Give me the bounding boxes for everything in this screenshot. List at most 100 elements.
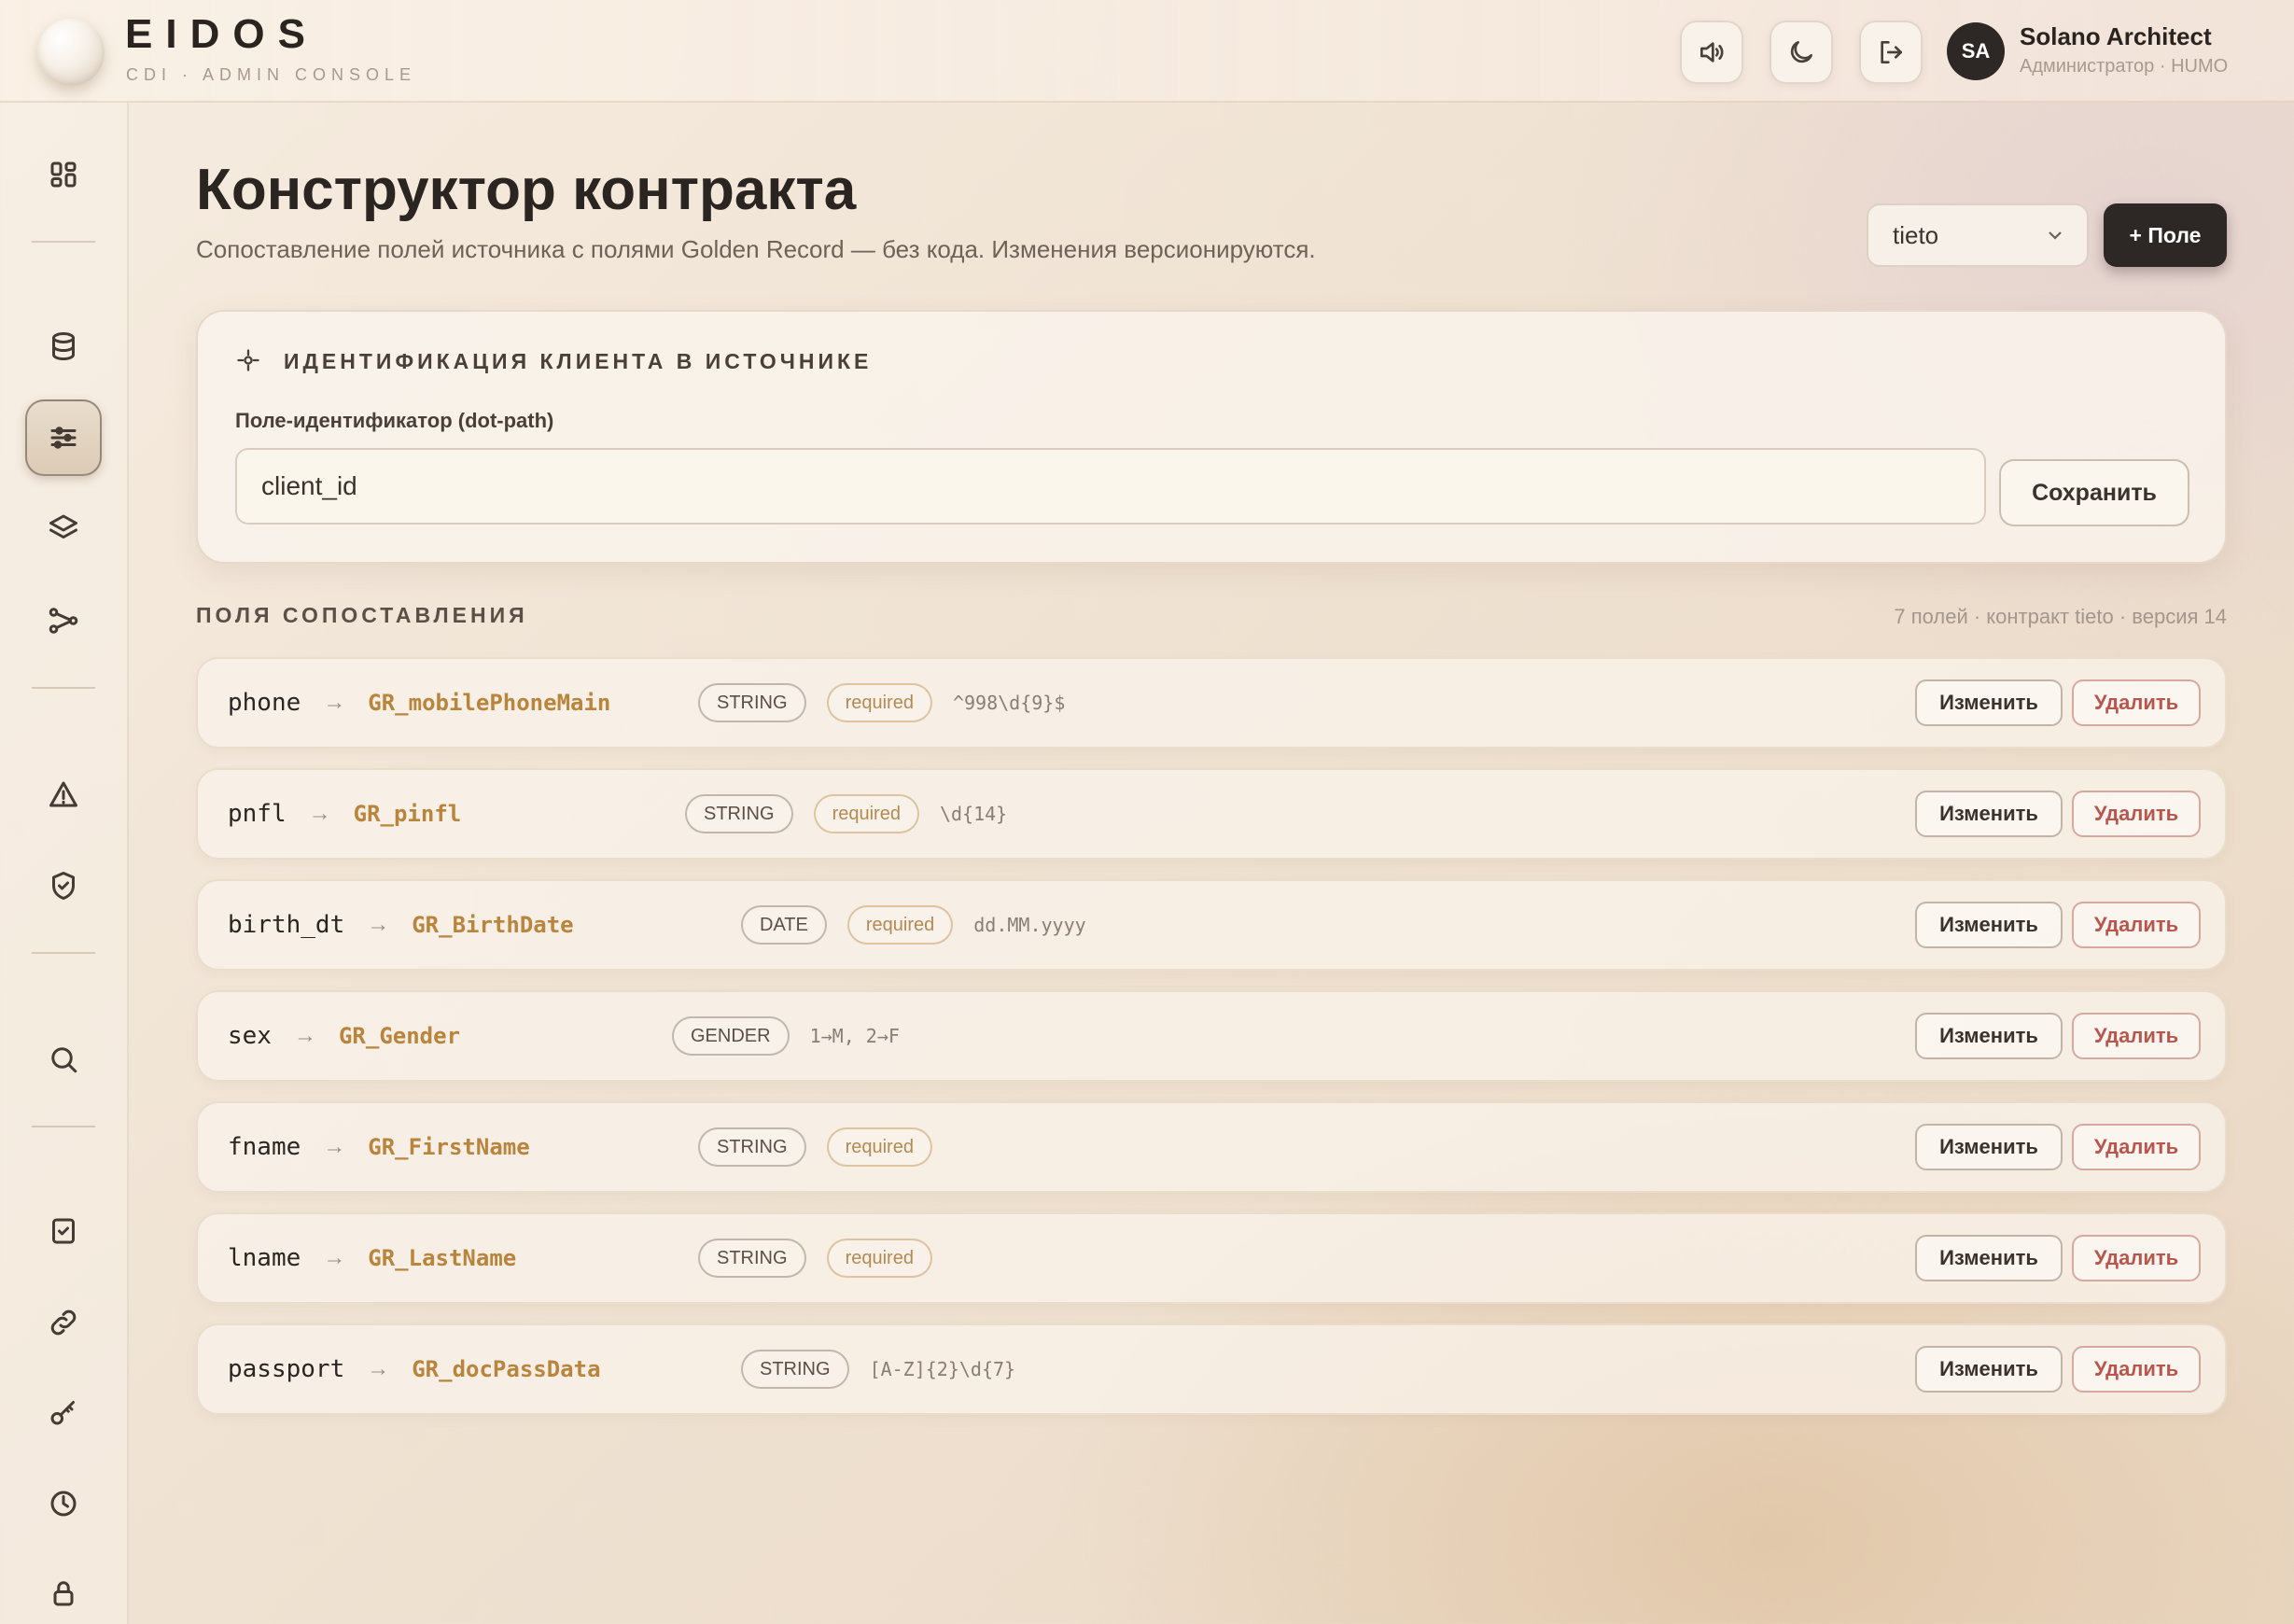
sidebar-item-layers[interactable] <box>25 489 102 566</box>
type-badge: STRING <box>698 1127 806 1167</box>
mapping-row: lname → GR_LastName STRING required Изме… <box>196 1212 2227 1304</box>
sidebar-item-alerts[interactable] <box>25 756 102 833</box>
mapping-row: pnfl → GR_pinfl STRING required \d{14} И… <box>196 768 2227 860</box>
sidebar-item-pipelines[interactable] <box>25 582 102 659</box>
speaker-icon <box>1700 42 1724 63</box>
logout-icon <box>1881 41 1902 63</box>
arrow-right-icon: → <box>293 1023 316 1048</box>
sidebar-item-security[interactable] <box>25 847 102 924</box>
mapping-row: passport → GR_docPassData STRING [A-Z]{2… <box>196 1323 2227 1415</box>
delete-button[interactable]: Удалить <box>2072 902 2201 948</box>
dashboard-icon <box>50 161 77 188</box>
arrow-right-icon: → <box>367 1356 390 1381</box>
field-tags: STRING required <box>698 1239 953 1278</box>
edit-button[interactable]: Изменить <box>1915 1124 2063 1170</box>
page-subtitle: Сопоставление полей источника с полями G… <box>196 235 1316 263</box>
add-field-button[interactable]: + Поле <box>2104 203 2227 267</box>
chevron-down-icon <box>2049 231 2062 240</box>
layers-icon <box>49 514 77 539</box>
mapping-row: phone → GR_mobilePhoneMain STRING requir… <box>196 657 2227 749</box>
arrow-right-icon: → <box>308 801 331 826</box>
source-field: passport <box>228 1355 345 1383</box>
field-pattern: ^998\d{9}$ <box>952 692 1066 714</box>
source-field: fname <box>228 1133 301 1161</box>
required-badge: required <box>826 1127 932 1167</box>
target-icon <box>235 347 261 373</box>
sidebar-divider <box>32 241 95 243</box>
source-field: sex <box>228 1022 272 1050</box>
source-select[interactable]: tieto <box>1867 203 2089 267</box>
brand-name: EIDOS <box>125 11 318 57</box>
sidebar-item-links[interactable] <box>25 1284 102 1361</box>
required-badge: required <box>826 1239 932 1278</box>
sidebar-item-access[interactable] <box>25 1555 102 1624</box>
source-select-value: tieto <box>1893 220 1939 249</box>
lock-icon <box>53 1581 74 1606</box>
identifier-field-input[interactable] <box>235 448 1986 525</box>
edit-button[interactable]: Изменить <box>1915 791 2063 837</box>
sidebar-item-search[interactable] <box>25 1021 102 1098</box>
edit-button[interactable]: Изменить <box>1915 679 2063 726</box>
sidebar-divider <box>32 952 95 954</box>
required-badge: required <box>813 794 919 833</box>
identity-card: ИДЕНТИФИКАЦИЯ КЛИЕНТА В ИСТОЧНИКЕ Поле-и… <box>196 310 2227 564</box>
sidebar-item-dashboard[interactable] <box>25 136 102 213</box>
save-button[interactable]: Сохранить <box>1999 459 2189 526</box>
key-icon <box>50 1401 75 1425</box>
delete-button[interactable]: Удалить <box>2072 1235 2201 1281</box>
required-badge: required <box>846 905 954 945</box>
arrow-right-icon: → <box>367 912 390 937</box>
page-title: Конструктор контракта <box>196 158 857 222</box>
sidebar-divider <box>32 1126 95 1127</box>
edit-button[interactable]: Изменить <box>1915 1235 2063 1281</box>
sidebar-item-keys[interactable] <box>25 1374 102 1450</box>
mapping-list: phone → GR_mobilePhoneMain STRING requir… <box>196 657 2227 1435</box>
identifier-field-label: Поле-идентификатор (dot-path) <box>235 409 554 432</box>
delete-button[interactable]: Удалить <box>2072 1346 2201 1393</box>
source-field: phone <box>228 689 301 717</box>
target-field: GR_FirstName <box>368 1134 530 1160</box>
search-icon <box>51 1047 77 1073</box>
type-badge: STRING <box>698 1239 806 1278</box>
sound-button[interactable] <box>1680 21 1743 84</box>
field-tags: DATE required dd.MM.yyyy <box>741 905 1086 945</box>
field-pattern: dd.MM.yyyy <box>973 914 1086 936</box>
field-tags: GENDER 1→M, 2→F <box>672 1016 900 1056</box>
sliders-icon <box>50 427 77 449</box>
delete-button[interactable]: Удалить <box>2072 1124 2201 1170</box>
mapping-section-title: ПОЛЯ СОПОСТАВЛЕНИЯ <box>196 603 528 627</box>
sidebar-item-contract[interactable] <box>25 399 102 476</box>
mapping-section-meta: 7 полей · контракт tieto · версия 14 <box>1894 605 2227 628</box>
field-pattern: 1→M, 2→F <box>809 1025 900 1047</box>
delete-button[interactable]: Удалить <box>2072 1013 2201 1059</box>
edit-button[interactable]: Изменить <box>1915 902 2063 948</box>
sidebar-item-tasks[interactable] <box>25 1193 102 1269</box>
field-tags: STRING [A-Z]{2}\d{7} <box>741 1350 1015 1389</box>
database-icon <box>52 332 75 360</box>
sidebar-item-sources[interactable] <box>25 308 102 385</box>
required-badge: required <box>826 683 932 722</box>
theme-toggle-button[interactable] <box>1769 21 1833 84</box>
shield-icon <box>52 872 75 900</box>
target-field: GR_docPassData <box>412 1356 601 1382</box>
avatar[interactable]: SA <box>1947 22 2005 80</box>
arrow-right-icon: → <box>323 1245 346 1270</box>
identity-card-title: ИДЕНТИФИКАЦИЯ КЛИЕНТА В ИСТОЧНИКЕ <box>284 349 873 373</box>
sidebar <box>0 103 129 1624</box>
target-field: GR_pinfl <box>353 801 462 827</box>
delete-button[interactable]: Удалить <box>2072 679 2201 726</box>
type-badge: STRING <box>698 683 806 722</box>
target-field: GR_mobilePhoneMain <box>368 690 611 716</box>
target-field: GR_BirthDate <box>412 912 574 938</box>
edit-button[interactable]: Изменить <box>1915 1013 2063 1059</box>
user-role: Администратор · HUMO <box>2020 56 2229 77</box>
sidebar-item-history[interactable] <box>25 1465 102 1542</box>
clock-icon <box>50 1491 77 1517</box>
arrow-right-icon: → <box>323 690 346 715</box>
type-badge: GENDER <box>672 1016 790 1056</box>
delete-button[interactable]: Удалить <box>2072 791 2201 837</box>
logout-button[interactable] <box>1859 21 1923 84</box>
edit-button[interactable]: Изменить <box>1915 1346 2063 1393</box>
type-badge: DATE <box>741 905 827 945</box>
arrow-right-icon: → <box>323 1134 346 1159</box>
